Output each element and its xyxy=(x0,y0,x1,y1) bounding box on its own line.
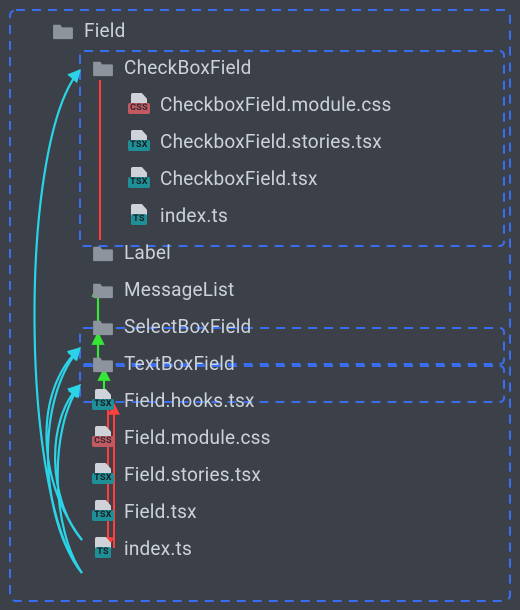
folder-label: TextBoxField xyxy=(124,352,235,375)
file-label: index.ts xyxy=(124,537,192,560)
file-checkbox-module-css[interactable]: CSS CheckboxField.module.css xyxy=(0,86,520,123)
file-label: Field.hooks.tsx xyxy=(124,389,255,412)
ts-file-icon: TS xyxy=(92,538,114,560)
file-label: Field.module.css xyxy=(124,426,271,449)
css-file-icon: CSS xyxy=(128,94,150,116)
file-checkbox-index-ts[interactable]: TS index.ts xyxy=(0,197,520,234)
file-field-index-ts[interactable]: TS index.ts xyxy=(0,530,520,567)
file-field-hooks-tsx[interactable]: TSX Field.hooks.tsx xyxy=(0,382,520,419)
tsx-file-icon: TSX xyxy=(128,168,150,190)
folder-label-dir[interactable]: Label xyxy=(0,234,520,271)
tsx-file-icon: TSX xyxy=(92,464,114,486)
tsx-file-icon: TSX xyxy=(128,131,150,153)
file-label: index.ts xyxy=(160,204,228,227)
folder-label: Field xyxy=(84,19,126,42)
file-label: CheckboxField.module.css xyxy=(160,93,392,116)
css-file-icon: CSS xyxy=(92,427,114,449)
folder-icon xyxy=(92,57,114,79)
file-checkbox-tsx[interactable]: TSX CheckboxField.tsx xyxy=(0,160,520,197)
file-field-stories-tsx[interactable]: TSX Field.stories.tsx xyxy=(0,456,520,493)
file-label: CheckboxField.tsx xyxy=(160,167,318,190)
folder-icon xyxy=(92,316,114,338)
folder-label: CheckBoxField xyxy=(124,56,252,79)
file-field-module-css[interactable]: CSS Field.module.css xyxy=(0,419,520,456)
folder-icon xyxy=(52,20,74,42)
folder-label: MessageList xyxy=(124,278,234,301)
file-field-tsx[interactable]: TSX Field.tsx xyxy=(0,493,520,530)
file-label: Field.stories.tsx xyxy=(124,463,261,486)
folder-field[interactable]: Field xyxy=(0,12,520,49)
tsx-file-icon: TSX xyxy=(92,390,114,412)
folder-icon xyxy=(92,279,114,301)
tsx-file-icon: TSX xyxy=(92,501,114,523)
folder-label: SelectBoxField xyxy=(124,315,251,338)
folder-messagelist[interactable]: MessageList xyxy=(0,271,520,308)
file-label: CheckboxField.stories.tsx xyxy=(160,130,382,153)
folder-icon xyxy=(92,242,114,264)
file-label: Field.tsx xyxy=(124,500,197,523)
folder-icon xyxy=(92,353,114,375)
folder-label: Label xyxy=(124,241,171,264)
folder-checkboxfield[interactable]: CheckBoxField xyxy=(0,49,520,86)
ts-file-icon: TS xyxy=(128,205,150,227)
file-tree: Field CheckBoxField CSS CheckboxField.mo… xyxy=(0,0,520,567)
folder-selectboxfield[interactable]: SelectBoxField xyxy=(0,308,520,345)
folder-textboxfield[interactable]: TextBoxField xyxy=(0,345,520,382)
file-checkbox-stories-tsx[interactable]: TSX CheckboxField.stories.tsx xyxy=(0,123,520,160)
